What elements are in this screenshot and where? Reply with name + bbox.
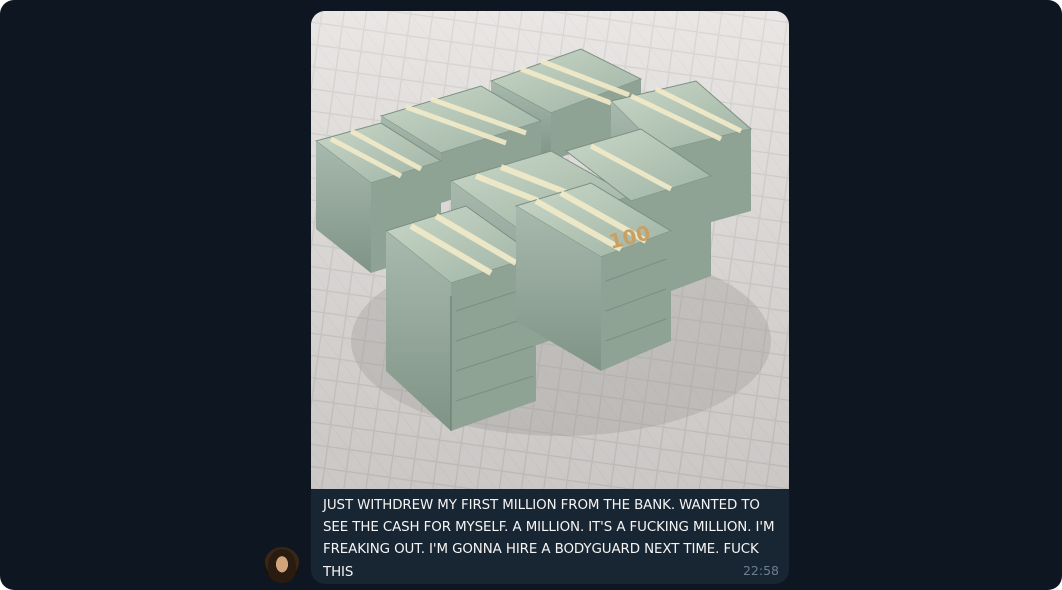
message-timestamp: 22:58 — [742, 563, 779, 578]
message-text: JUST WITHDREW MY FIRST MILLION FROM THE … — [323, 498, 775, 580]
chat-window: 100 JUST WITHDREW MY FIRST MILLION FROM … — [0, 0, 1062, 590]
sender-avatar[interactable] — [264, 547, 300, 583]
avatar-portrait-icon — [268, 549, 296, 583]
message-bubble[interactable]: 100 JUST WITHDREW MY FIRST MILLION FROM … — [311, 11, 789, 584]
message-photo[interactable]: 100 — [311, 11, 789, 489]
